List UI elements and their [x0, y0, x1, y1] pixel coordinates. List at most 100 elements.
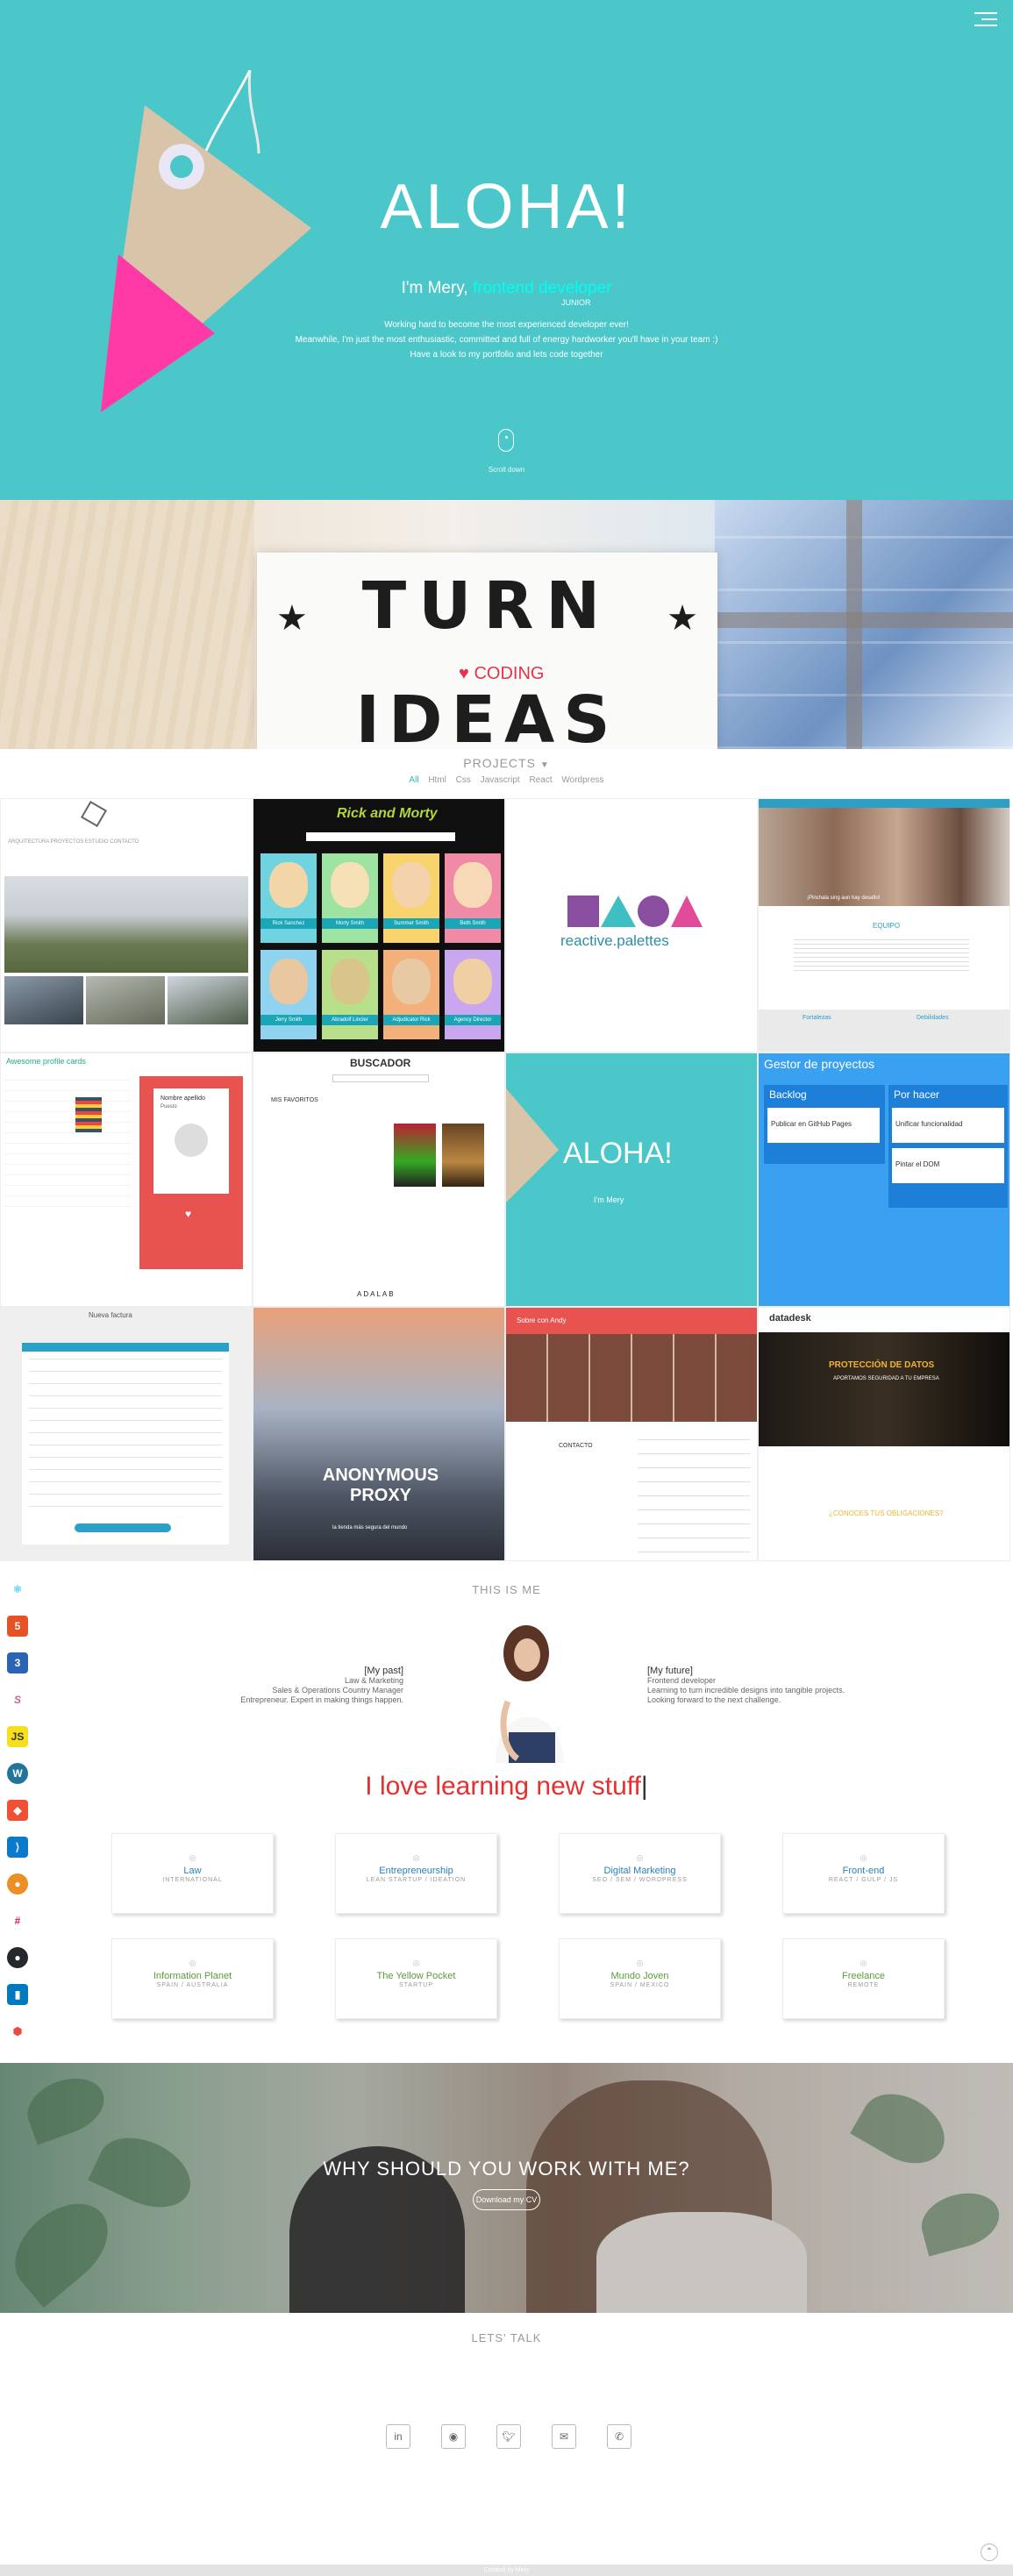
banner-coding: ♥ CODING	[459, 664, 544, 684]
project-filters: All Html Css Javascript React Wordpress	[0, 775, 1013, 785]
experience-card[interactable]: ◎ Mundo Joven SPAIN / MEXICO	[559, 1938, 721, 2019]
logo-icon	[80, 800, 108, 828]
profile-name: Nombre apellido	[161, 1095, 205, 1102]
project-profile-cards[interactable]: Awesome profile cards Nombre apellido Pu…	[0, 1053, 253, 1307]
experience-card[interactable]: ◎ The Yellow Pocket STARTUP	[335, 1938, 497, 2019]
character-card[interactable]: Morty Smith	[322, 853, 378, 943]
card-title: Entrepreneurship	[379, 1866, 453, 1876]
social-links: in ◉ 🐦︎ ✉ ✆	[386, 2424, 631, 2451]
filter-all[interactable]: All	[409, 775, 418, 785]
character-card[interactable]: Summer Smith	[383, 853, 439, 943]
character-card[interactable]: Rick Sanchez	[260, 853, 317, 943]
invoice-form	[22, 1343, 229, 1545]
badge-icon: ◎	[636, 1853, 644, 1862]
character-name: Morty Smith	[322, 918, 378, 929]
profile-role: Puesto	[161, 1104, 177, 1110]
twitter-icon[interactable]: 🐦︎	[496, 2424, 521, 2449]
project-datadesk[interactable]: datadesk PROTECCIÓN DE DATOS APORTAMOS S…	[758, 1307, 1010, 1561]
download-cv-button[interactable]: Download my CV	[473, 2189, 540, 2210]
architecture-thumb	[4, 976, 83, 1024]
card-subtitle: REACT / GULP / JS	[828, 1877, 899, 1883]
tag-shape	[506, 1088, 559, 1202]
experience-card[interactable]: ◎ Front-end REACT / GULP / JS	[782, 1833, 945, 1914]
my-past-line: Entrepreneur. Expert in making things ha…	[240, 1695, 403, 1704]
project-architecture[interactable]: ARQUITECTURA PROYECTOS ESTUDIO CONTACTO	[0, 798, 253, 1053]
palettes-brand: reactive.palettes	[560, 932, 669, 949]
architecture-thumb	[86, 976, 165, 1024]
badge-icon: ◎	[636, 1959, 644, 1967]
project-aloha[interactable]: ALOHA! I'm Mery	[505, 1053, 758, 1307]
character-portrait	[269, 959, 308, 1004]
my-future-heading: [My future]	[647, 1666, 693, 1676]
my-future-line: Learning to turn incredible designs into…	[647, 1686, 845, 1695]
datadesk-title: PROTECCIÓN DE DATOS	[829, 1360, 935, 1370]
character-card[interactable]: Jerry Smith	[260, 950, 317, 1039]
filter-react[interactable]: React	[529, 775, 552, 785]
team-strengths: Fortalezas	[803, 1015, 831, 1021]
aloha-preview-title: ALOHA!	[563, 1137, 673, 1170]
kanban-column-title: Backlog	[769, 1088, 807, 1101]
back-to-top-icon[interactable]: ⌃	[981, 2544, 998, 2561]
profile-card-preview: Nombre apellido Puesto ♥	[139, 1076, 243, 1269]
projects-grid: ARQUITECTURA PROYECTOS ESTUDIO CONTACTO …	[0, 798, 1013, 1563]
kanban-card[interactable]: Pintar el DOM	[892, 1148, 1004, 1183]
hero-intro-sub: JUNIOR	[561, 298, 591, 307]
kanban-card[interactable]: Publicar en GitHub Pages	[767, 1108, 880, 1143]
datadesk-logo: datadesk	[769, 1313, 811, 1324]
submit-button[interactable]	[75, 1523, 171, 1532]
avatar	[175, 1124, 208, 1157]
experience-card[interactable]: ◎ Entrepreneurship LEAN STARTUP / IDEATION	[335, 1833, 497, 1914]
character-name: Jerry Smith	[260, 1015, 317, 1025]
project-buscador[interactable]: BUSCADOR MIS FAVORITOS ADALAB	[253, 1053, 505, 1307]
card-subtitle: SPAIN / MEXICO	[610, 1982, 670, 1988]
mail-icon[interactable]: ✉	[552, 2424, 576, 2449]
filter-html[interactable]: Html	[428, 775, 446, 785]
badge-icon: ◎	[412, 1959, 420, 1967]
character-name: Adjudicator Rick	[383, 1015, 439, 1025]
character-card[interactable]: Beth Smith	[445, 853, 501, 943]
experience-card[interactable]: ◎ Information Planet SPAIN / AUSTRALIA	[111, 1938, 274, 2019]
architecture-thumb	[168, 976, 248, 1024]
experience-card[interactable]: ◎ Freelance REMOTE	[782, 1938, 945, 2019]
filter-javascript[interactable]: Javascript	[481, 775, 520, 785]
project-kanban[interactable]: Gestor de proyectos Backlog Publicar en …	[758, 1053, 1010, 1307]
filter-css[interactable]: Css	[456, 775, 471, 785]
project-anonymous-proxy[interactable]: ANONYMOUS PROXY la tienda más segura del…	[253, 1307, 505, 1561]
badge-icon: ◎	[189, 1959, 196, 1967]
html5-icon: 5	[7, 1616, 28, 1637]
rick-search-input[interactable]	[306, 832, 455, 841]
kanban-card[interactable]: Unificar funcionalidad	[892, 1108, 1004, 1143]
scroll-down-icon[interactable]	[498, 429, 514, 452]
phone-icon[interactable]: ✆	[607, 2424, 631, 2449]
form-fields[interactable]	[29, 1359, 222, 1516]
andy-contact-form[interactable]	[638, 1439, 750, 1553]
search-input[interactable]	[332, 1074, 429, 1082]
project-invoice-form[interactable]: Nueva factura	[0, 1307, 253, 1561]
character-card[interactable]: Agency Director	[445, 950, 501, 1039]
character-card[interactable]: Abradolf Lincler	[322, 950, 378, 1039]
hamburger-menu-icon[interactable]	[974, 12, 997, 28]
project-reactive-palettes[interactable]: reactive.palettes	[505, 798, 758, 1053]
project-andy[interactable]: Sobre con Andy CONTACTO	[505, 1307, 758, 1561]
adalab-logo: ADALAB	[357, 1290, 396, 1298]
character-card[interactable]: Adjudicator Rick	[383, 950, 439, 1039]
filter-wordpress[interactable]: Wordpress	[561, 775, 603, 785]
my-future-line: Looking forward to the next challenge.	[647, 1695, 781, 1704]
git-icon: ◆	[7, 1800, 28, 1821]
heart-icon: ♥	[459, 664, 469, 683]
css3-icon: 3	[7, 1652, 28, 1673]
experience-card[interactable]: ◎ Law INTERNATIONAL	[111, 1833, 274, 1914]
kanban-title: Gestor de proyectos	[764, 1057, 875, 1071]
experience-card[interactable]: ◎ Digital Marketing SEO / SEM / WORDPRESS	[559, 1833, 721, 1914]
character-name: Rick Sanchez	[260, 918, 317, 929]
character-portrait	[392, 862, 431, 908]
project-team[interactable]: ¡Pinchala sing aun hay desafio! EQUIPO F…	[758, 798, 1010, 1053]
yarn-icon: ⬢	[7, 2021, 28, 2042]
project-rick-and-morty[interactable]: Rick and Morty Rick Sanchez Morty Smith Su…	[253, 798, 505, 1053]
github-icon: ●	[7, 1947, 28, 1968]
filter-icon: ▼	[539, 760, 550, 770]
contact-title: LETS' TALK	[471, 2331, 542, 2344]
linkedin-icon[interactable]: in	[386, 2424, 410, 2449]
card-subtitle: STARTUP	[398, 1982, 434, 1988]
github-icon[interactable]: ◉	[441, 2424, 466, 2449]
